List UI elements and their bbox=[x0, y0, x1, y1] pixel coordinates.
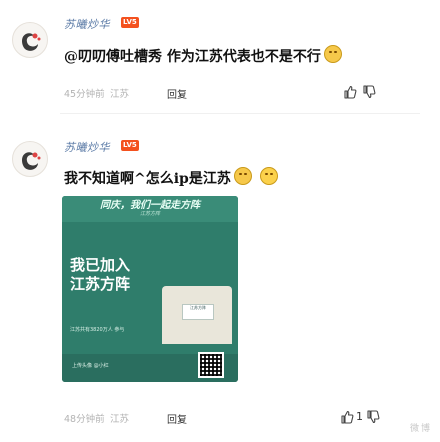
poster-header-subtext: 江苏方阵 bbox=[139, 211, 160, 217]
poster-caption: 江苏共有3820万人 参与 bbox=[70, 327, 125, 333]
avatar-image bbox=[22, 152, 41, 170]
poster-image[interactable]: 同庆，我们一起走方阵 江苏方阵 我已加入 江苏方阵 江苏共有3820万人 参与 … bbox=[62, 196, 238, 382]
like-icon[interactable] bbox=[343, 84, 357, 103]
poster-header: 同庆，我们一起走方阵 江苏方阵 bbox=[62, 196, 238, 222]
avatar-image bbox=[22, 33, 41, 51]
comment-text: 我不知道啊^怎么ip是江苏 bbox=[64, 167, 278, 188]
username[interactable]: 苏曦炒华 bbox=[64, 16, 110, 32]
comment-time: 48分钟前 bbox=[64, 414, 105, 425]
dislike-icon[interactable] bbox=[362, 84, 376, 103]
avatar[interactable] bbox=[12, 141, 48, 177]
watermark: 微博 bbox=[409, 424, 432, 434]
poster-building-illustration: 江苏方阵 bbox=[162, 286, 232, 344]
reply-button[interactable]: 回复 bbox=[167, 86, 187, 101]
qr-code-icon bbox=[198, 352, 224, 378]
wink-emoji-icon bbox=[259, 167, 278, 185]
comment-time: 45分钟前 bbox=[64, 89, 105, 100]
emoji-icon bbox=[323, 45, 342, 63]
avatar[interactable] bbox=[12, 22, 48, 58]
level-badge: LV5 bbox=[121, 140, 139, 151]
reply-button[interactable]: 回复 bbox=[167, 411, 187, 426]
comment-text-content: @叨叨傅吐槽秀 作为江苏代表也不是不行 bbox=[64, 49, 321, 65]
username[interactable]: 苏曦炒华 bbox=[64, 139, 110, 155]
dislike-icon[interactable] bbox=[366, 409, 380, 428]
comment-location: 江苏 bbox=[110, 89, 130, 100]
poster-headline: 我已加入 江苏方阵 bbox=[70, 256, 131, 293]
comment-text-content: 我不知道啊^怎么ip是江苏 bbox=[64, 171, 231, 187]
comment-location: 江苏 bbox=[110, 414, 130, 425]
like-count: 1 bbox=[356, 410, 363, 423]
like-icon[interactable] bbox=[340, 409, 354, 428]
poster-tag: 江苏方阵 bbox=[182, 304, 214, 320]
comment-text: @叨叨傅吐槽秀 作为江苏代表也不是不行 bbox=[64, 45, 342, 66]
divider bbox=[60, 113, 420, 114]
level-badge: LV5 bbox=[121, 17, 139, 28]
poster-footer-text: 上传头像 @小红 bbox=[72, 363, 109, 369]
poster-header-text: 同庆，我们一起走方阵 bbox=[100, 200, 200, 211]
emoji-icon bbox=[233, 167, 252, 185]
